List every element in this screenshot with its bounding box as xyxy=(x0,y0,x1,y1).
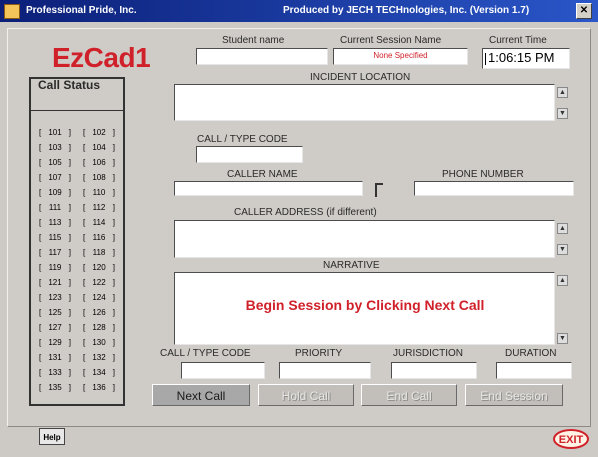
call-type-code-field[interactable] xyxy=(196,146,303,163)
unit-status-item[interactable]: 114 xyxy=(82,216,116,229)
unit-status-item[interactable]: 121 xyxy=(38,276,72,289)
callback-checkbox[interactable] xyxy=(375,183,383,197)
caller-name-label: CALLER NAME xyxy=(227,169,298,180)
priority-field[interactable] xyxy=(279,362,371,379)
unit-status-item[interactable]: 134 xyxy=(82,366,116,379)
unit-status-item[interactable]: 105 xyxy=(38,156,72,169)
phone-number-field[interactable] xyxy=(414,181,574,196)
unit-status-item[interactable]: 115 xyxy=(38,231,72,244)
unit-status-item[interactable]: 128 xyxy=(82,321,116,334)
address-scroll-down-icon[interactable]: ▼ xyxy=(557,244,568,255)
unit-status-item[interactable]: 110 xyxy=(82,186,116,199)
unit-status-item[interactable]: 117 xyxy=(38,246,72,259)
duration-field[interactable] xyxy=(496,362,572,379)
exit-button[interactable]: EXIT xyxy=(553,429,589,449)
session-name-label: Current Session Name xyxy=(340,35,442,46)
session-name-field: None Specified xyxy=(333,48,468,65)
student-name-label: Student name xyxy=(222,35,285,46)
current-time-value: 1:06:15 PM xyxy=(488,50,555,65)
unit-status-item[interactable]: 111 xyxy=(38,201,72,214)
call-status-divider xyxy=(31,110,123,111)
current-time-field: 1:06:15 PM xyxy=(482,48,570,69)
address-scroll-up-icon[interactable]: ▲ xyxy=(557,223,568,234)
end-session-button[interactable]: End Session xyxy=(465,384,563,406)
unit-status-item[interactable]: 102 xyxy=(82,126,116,139)
close-button[interactable]: ✕ xyxy=(576,3,592,19)
unit-status-item[interactable]: 116 xyxy=(82,231,116,244)
unit-status-item[interactable]: 107 xyxy=(38,171,72,184)
incident-location-field[interactable] xyxy=(174,84,555,121)
call-status-title: Call Status xyxy=(38,78,101,92)
unit-status-item[interactable]: 113 xyxy=(38,216,72,229)
priority-label: PRIORITY xyxy=(295,348,343,359)
unit-status-item[interactable]: 119 xyxy=(38,261,72,274)
unit-status-item[interactable]: 120 xyxy=(82,261,116,274)
student-name-field[interactable] xyxy=(196,48,328,65)
unit-status-item[interactable]: 126 xyxy=(82,306,116,319)
call-type-code-2-field[interactable] xyxy=(181,362,265,379)
text-cursor xyxy=(485,52,486,65)
duration-label: DURATION xyxy=(505,348,557,359)
current-time-label: Current Time xyxy=(489,35,547,46)
title-bar: Professional Pride, Inc. Produced by JEC… xyxy=(0,0,598,22)
app-logo: EzCad1 xyxy=(52,42,151,73)
unit-status-item[interactable]: 118 xyxy=(82,246,116,259)
incident-location-label: INCIDENT LOCATION xyxy=(310,72,411,83)
hold-call-button[interactable]: Hold Call xyxy=(258,384,354,406)
unit-status-item[interactable]: 109 xyxy=(38,186,72,199)
incident-scroll-up-icon[interactable]: ▲ xyxy=(557,87,568,98)
narrative-scroll-down-icon[interactable]: ▼ xyxy=(557,333,568,344)
caller-address-field[interactable] xyxy=(174,220,555,258)
unit-status-item[interactable]: 129 xyxy=(38,336,72,349)
unit-status-item[interactable]: 103 xyxy=(38,141,72,154)
title-left: Professional Pride, Inc. xyxy=(26,5,137,16)
app-icon xyxy=(4,4,20,19)
next-call-button[interactable]: Next Call xyxy=(152,384,250,406)
help-button[interactable]: Help xyxy=(39,428,65,445)
unit-status-item[interactable]: 123 xyxy=(38,291,72,304)
call-type-code-2-label: CALL / TYPE CODE xyxy=(160,348,251,359)
unit-status-item[interactable]: 132 xyxy=(82,351,116,364)
jurisdiction-field[interactable] xyxy=(391,362,477,379)
unit-status-item[interactable]: 130 xyxy=(82,336,116,349)
unit-status-item[interactable]: 101 xyxy=(38,126,72,139)
unit-status-item[interactable]: 127 xyxy=(38,321,72,334)
call-type-code-label: CALL / TYPE CODE xyxy=(197,134,288,145)
unit-status-item[interactable]: 108 xyxy=(82,171,116,184)
unit-status-item[interactable]: 106 xyxy=(82,156,116,169)
narrative-message: Begin Session by Clicking Next Call xyxy=(245,297,485,313)
unit-status-item[interactable]: 124 xyxy=(82,291,116,304)
jurisdiction-label: JURISDICTION xyxy=(393,348,463,359)
phone-number-label: PHONE NUMBER xyxy=(442,169,524,180)
incident-scroll-down-icon[interactable]: ▼ xyxy=(557,108,568,119)
caller-name-field[interactable] xyxy=(174,181,363,196)
narrative-scroll-up-icon[interactable]: ▲ xyxy=(557,275,568,286)
unit-status-item[interactable]: 122 xyxy=(82,276,116,289)
unit-status-item[interactable]: 136 xyxy=(82,381,116,394)
caller-address-label: CALLER ADDRESS (if different) xyxy=(234,207,377,218)
unit-status-item[interactable]: 112 xyxy=(82,201,116,214)
unit-status-item[interactable]: 104 xyxy=(82,141,116,154)
title-right: Produced by JECH TECHnologies, Inc. (Ver… xyxy=(283,5,530,16)
unit-status-item[interactable]: 125 xyxy=(38,306,72,319)
unit-status-item[interactable]: 133 xyxy=(38,366,72,379)
end-call-button[interactable]: End Call xyxy=(361,384,457,406)
unit-status-item[interactable]: 131 xyxy=(38,351,72,364)
narrative-label: NARRATIVE xyxy=(323,260,380,271)
unit-status-item[interactable]: 135 xyxy=(38,381,72,394)
